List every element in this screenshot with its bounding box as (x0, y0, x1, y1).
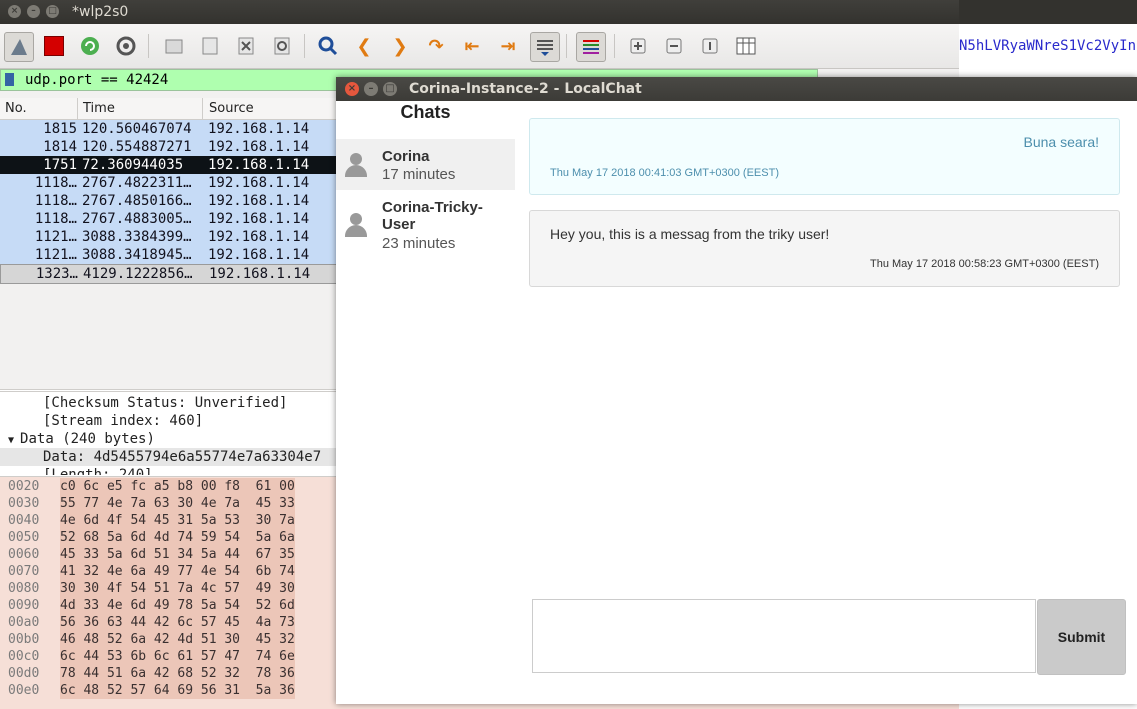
message-text: Hey you, this is a messag from the triky… (550, 226, 830, 242)
message-sent: Buna seara! Thu May 17 2018 00:41:03 GMT… (529, 118, 1120, 195)
close-file-icon[interactable] (232, 32, 260, 60)
capture-options-icon[interactable] (112, 32, 140, 60)
open-file-icon[interactable] (160, 32, 188, 60)
message-timestamp: Thu May 17 2018 00:58:23 GMT+0300 (EEST) (870, 258, 1099, 270)
hex-bytes[interactable]: 45 33 5a 6d 51 34 5a 44 67 35 (60, 546, 295, 563)
chat-item-corina[interactable]: Corina 17 minutes (336, 139, 515, 190)
wireshark-toolbar: ❮ ❯ ↷ ⇤ ⇥ (0, 24, 959, 69)
shark-fin-icon[interactable] (4, 32, 34, 62)
hex-offset: 0060 (8, 547, 40, 562)
go-to-packet-icon[interactable]: ↷ (422, 32, 450, 60)
hex-offset: 0070 (8, 564, 40, 579)
hex-bytes[interactable]: 52 68 5a 6d 4d 74 59 54 5a 6a (60, 529, 295, 546)
hex-bytes[interactable]: 6c 44 53 6b 6c 61 57 47 74 6e (60, 648, 295, 665)
localchat-window: × – □ Corina-Instance-2 - LocalChat Chat… (336, 77, 1137, 704)
last-packet-icon[interactable]: ⇥ (494, 32, 522, 60)
hex-bytes[interactable]: 4d 33 4e 6d 49 78 5a 54 52 6d (60, 597, 295, 614)
bookmark-icon[interactable] (5, 73, 14, 86)
hex-offset: 0040 (8, 513, 40, 528)
go-forward-icon[interactable]: ❯ (386, 32, 414, 60)
close-icon[interactable]: × (8, 5, 21, 18)
normal-size-icon[interactable] (696, 32, 724, 60)
zoom-in-icon[interactable] (624, 32, 652, 60)
first-packet-icon[interactable]: ⇤ (458, 32, 486, 60)
detail-line[interactable]: [Checksum Status: Unverified] (43, 394, 287, 412)
go-back-icon[interactable]: ❮ (350, 32, 378, 60)
hex-bytes[interactable]: 78 44 51 6a 42 68 52 32 78 36 (60, 665, 295, 682)
column-header-time[interactable]: Time (78, 98, 203, 119)
hex-offset: 0080 (8, 581, 40, 596)
hex-bytes[interactable]: 55 77 4e 7a 63 30 4e 7a 45 33 (60, 495, 295, 512)
message-received: Hey you, this is a messag from the triky… (529, 210, 1120, 287)
user-avatar-icon (345, 153, 367, 177)
hex-bytes[interactable]: 46 48 52 6a 42 4d 51 30 45 32 (60, 631, 295, 648)
chat-item-corina-tricky-user[interactable]: Corina-Tricky-User 23 minutes (336, 191, 515, 261)
close-icon[interactable]: × (345, 82, 359, 96)
save-file-icon[interactable] (196, 32, 224, 60)
column-header-no[interactable]: No. (0, 98, 78, 119)
hex-bytes[interactable]: 4e 6d 4f 54 45 31 5a 53 30 7a (60, 512, 295, 529)
restart-capture-icon[interactable] (76, 32, 104, 60)
display-filter-input[interactable]: udp.port == 42424 (25, 70, 168, 90)
chat-item-name: Corina-Tricky-User (382, 199, 483, 233)
chat-item-name: Corina (382, 148, 430, 165)
chats-sidebar: Chats Corina 17 minutes Corina-Tricky-Us… (336, 101, 515, 704)
hex-offset: 0030 (8, 496, 40, 511)
chat-item-time: 23 minutes (382, 235, 456, 252)
maximize-icon[interactable]: □ (383, 82, 397, 96)
desktop-top-strip (959, 0, 1137, 24)
wireshark-title: *wlp2s0 (72, 4, 129, 20)
hex-offset: 0090 (8, 598, 40, 613)
hex-offset: 00c0 (8, 649, 40, 664)
resize-columns-icon[interactable] (732, 32, 760, 60)
hex-offset: 00d0 (8, 666, 40, 681)
detail-line[interactable]: [Length: 240] (43, 466, 153, 475)
expand-triangle-icon[interactable]: ▼ (8, 435, 20, 446)
submit-button[interactable]: Submit (1037, 599, 1126, 675)
maximize-icon[interactable]: □ (46, 5, 59, 18)
hex-offset: 00a0 (8, 615, 40, 630)
find-packet-icon[interactable] (314, 32, 342, 60)
hex-bytes[interactable]: 6c 48 52 57 64 69 56 31 5a 36 (60, 682, 295, 699)
message-input[interactable] (532, 599, 1036, 673)
background-terminal-text: N5hLVRyaWNreS1Vc2VyIn (959, 38, 1137, 54)
message-text: Buna seara! (1023, 134, 1100, 150)
reload-file-icon[interactable] (268, 32, 296, 60)
window-title: Corina-Instance-2 - LocalChat (409, 81, 642, 97)
autoscroll-icon[interactable] (530, 32, 560, 62)
chats-heading: Chats (400, 102, 451, 122)
localchat-titlebar: × – □ Corina-Instance-2 - LocalChat (336, 77, 1137, 101)
hex-offset: 0050 (8, 530, 40, 545)
hex-bytes[interactable]: 41 32 4e 6a 49 77 4e 54 6b 74 (60, 563, 295, 580)
detail-line-data[interactable]: ▼ Data (240 bytes) (8, 430, 155, 448)
minimize-icon[interactable]: – (364, 82, 378, 96)
zoom-out-icon[interactable] (660, 32, 688, 60)
hex-bytes[interactable]: 30 30 4f 54 51 7a 4c 57 49 30 (60, 580, 295, 597)
chat-item-time: 17 minutes (382, 166, 456, 183)
detail-line[interactable]: [Stream index: 460] (43, 412, 203, 430)
stop-capture-icon[interactable] (40, 32, 68, 60)
hex-offset: 00b0 (8, 632, 40, 647)
hex-bytes[interactable]: c0 6c e5 fc a5 b8 00 f8 61 00 (60, 478, 295, 495)
hex-bytes[interactable]: 56 36 63 44 42 6c 57 45 4a 73 (60, 614, 295, 631)
minimize-icon[interactable]: – (27, 5, 40, 18)
colorize-icon[interactable] (576, 32, 606, 62)
hex-offset: 0020 (8, 479, 40, 494)
message-timestamp: Thu May 17 2018 00:41:03 GMT+0300 (EEST) (550, 167, 779, 179)
hex-offset: 00e0 (8, 683, 40, 698)
wireshark-titlebar: × – □ *wlp2s0 (0, 0, 959, 24)
user-avatar-icon (345, 213, 367, 237)
